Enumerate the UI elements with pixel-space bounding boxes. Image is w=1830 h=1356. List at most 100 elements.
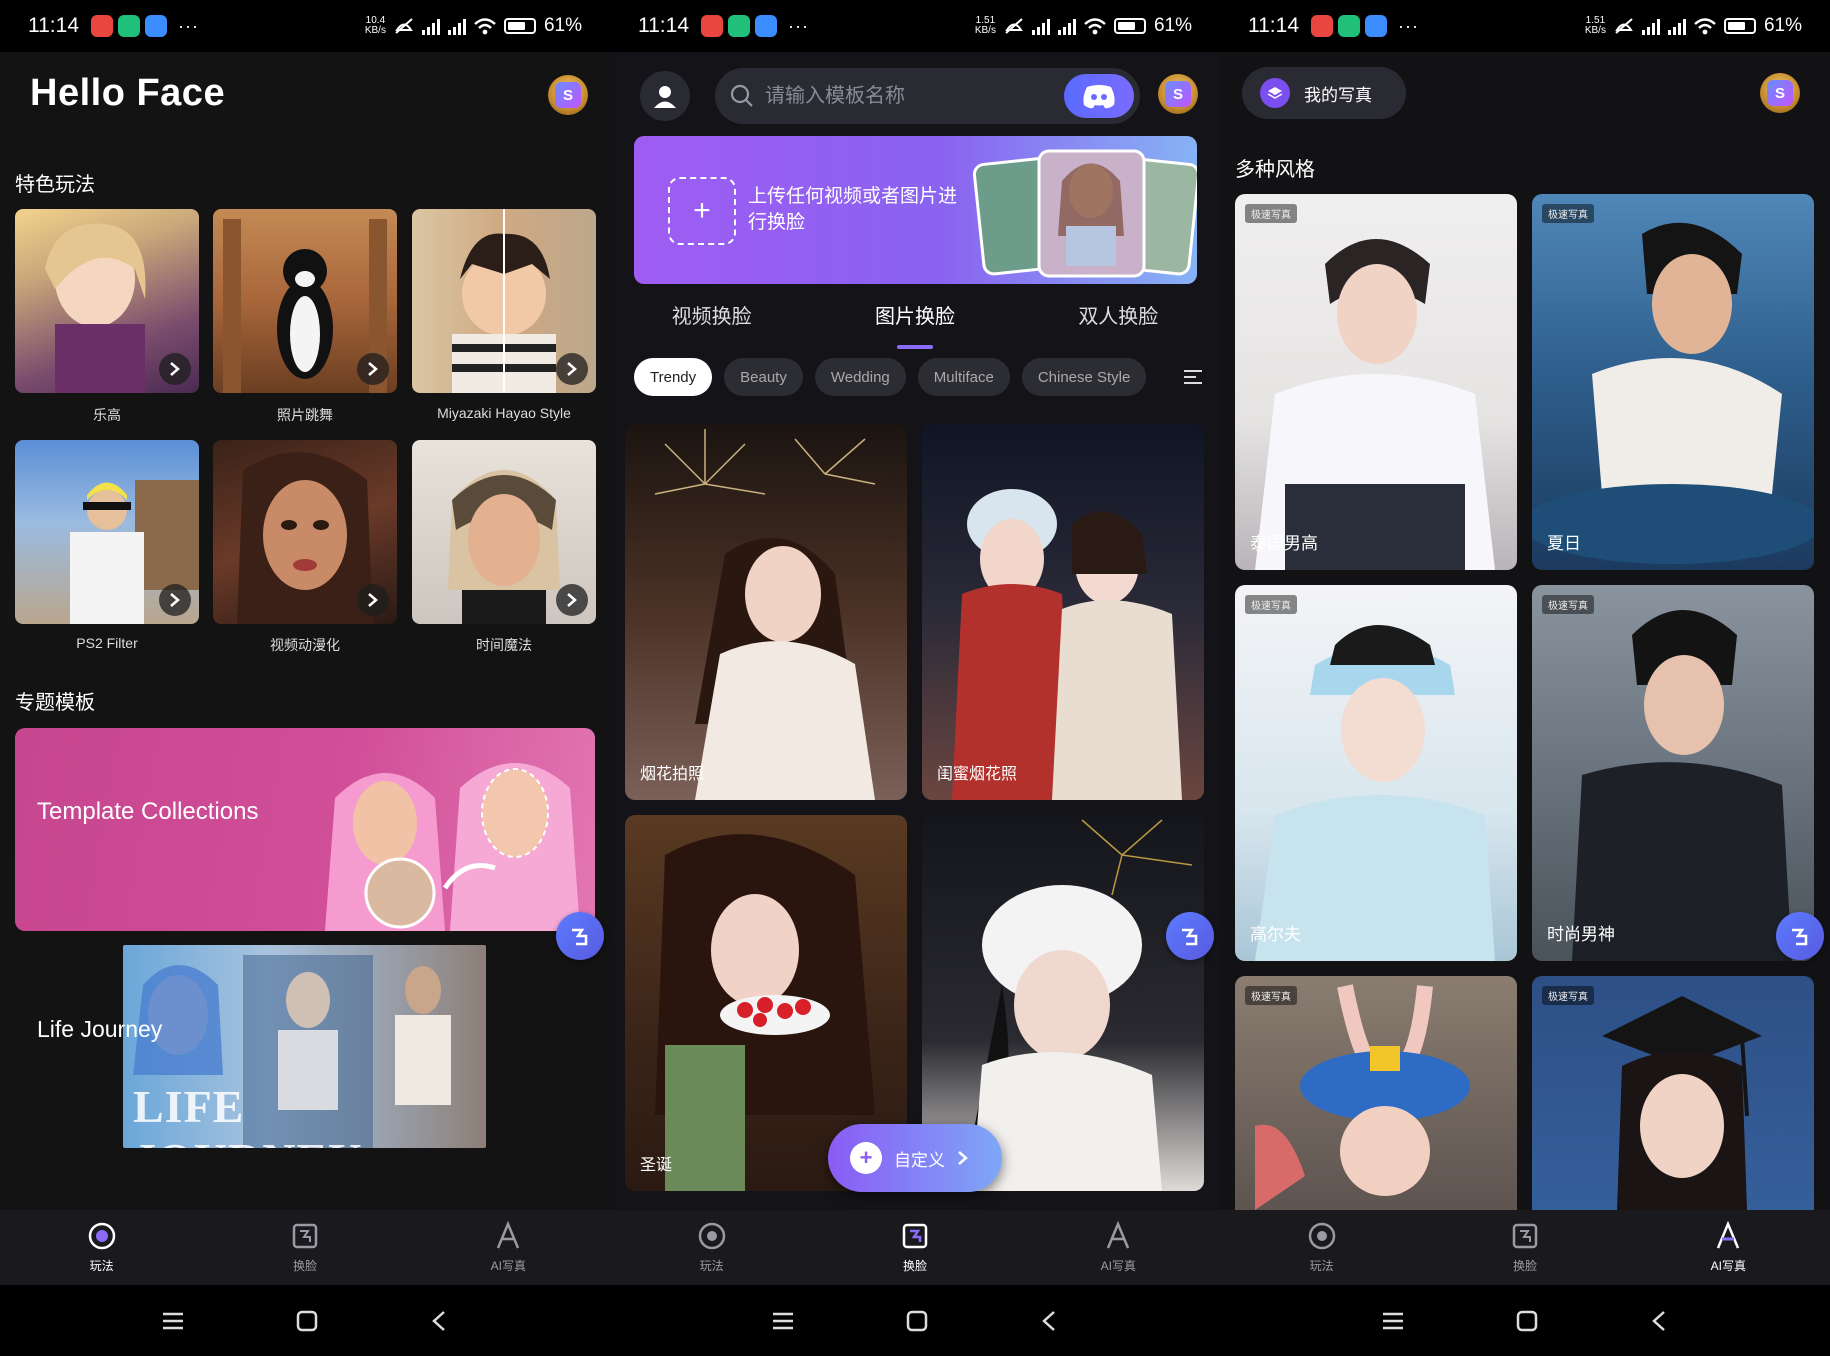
chevron-right-icon[interactable]: [357, 584, 389, 616]
home-icon[interactable]: [295, 1309, 319, 1333]
menu-icon[interactable]: [161, 1310, 185, 1332]
chip-wedding[interactable]: Wedding: [814, 358, 906, 396]
nav-faceswap[interactable]: 换脸: [1465, 1221, 1585, 1274]
panel-home: 11:14 ··· 10.4 KB/s 61% Hello Face S 特色玩法…: [0, 0, 610, 1356]
nav-ai-portrait[interactable]: AI写真: [448, 1221, 568, 1274]
notification-app-icon: [1338, 15, 1360, 37]
tab-video-swap[interactable]: 视频换脸: [672, 300, 752, 349]
template-card[interactable]: 烟花拍照: [625, 424, 907, 800]
nav-play[interactable]: 玩法: [42, 1221, 162, 1274]
chevron-right-icon[interactable]: [159, 353, 191, 385]
speed-tag: 极速写真: [1245, 595, 1297, 614]
style-label: 高尔夫: [1250, 925, 1301, 944]
clock: 11:14: [28, 14, 79, 37]
speed-tag: 极速写真: [1542, 986, 1594, 1005]
feature-tile-video-anime[interactable]: [213, 440, 397, 624]
tab-image-swap[interactable]: 图片换脸: [875, 300, 955, 349]
notification-app-icon: [118, 15, 140, 37]
bottom-navigation: 玩法 换脸 AI写真: [0, 1210, 610, 1285]
discord-button[interactable]: [1064, 74, 1134, 118]
banner-overlay-text: LIFE JOURNEY: [133, 1081, 361, 1148]
battery-icon: [503, 18, 536, 34]
nav-ai-portrait[interactable]: AI写真: [1058, 1221, 1178, 1274]
vip-badge-icon[interactable]: S: [1760, 73, 1800, 113]
faceswap-float-icon[interactable]: [1166, 912, 1214, 960]
notification-app-icon: [701, 15, 723, 37]
fireworks-photo: [654, 429, 876, 800]
speed-tag: 极速写真: [1245, 204, 1297, 223]
menu-icon[interactable]: [1381, 1310, 1405, 1332]
ai-portrait-tab-icon: [493, 1221, 523, 1251]
more-notifications-icon: ···: [1398, 15, 1419, 36]
style-card[interactable]: 极速写真 时尚男神: [1532, 585, 1814, 961]
nav-play[interactable]: 玩法: [1262, 1221, 1382, 1274]
search-input[interactable]: [763, 83, 1067, 109]
faceswap-float-icon[interactable]: [556, 912, 604, 960]
chip-beauty[interactable]: Beauty: [724, 358, 803, 396]
feature-tile-time-magic[interactable]: [412, 440, 596, 624]
tab-dual-swap[interactable]: 双人换脸: [1078, 300, 1158, 349]
menu-icon[interactable]: [771, 1310, 795, 1332]
category-menu-icon[interactable]: [1166, 358, 1220, 396]
vip-badge-icon[interactable]: S: [1158, 74, 1198, 114]
section-title-topics: 专题模板: [15, 692, 95, 714]
feature-tile-photo-dance[interactable]: [213, 209, 397, 393]
chevron-right-icon[interactable]: [556, 353, 588, 385]
upload-banner[interactable]: + 上传任何视频或者图片进行换脸: [634, 136, 1197, 284]
style-card[interactable]: 极速写真 泰国男高: [1235, 194, 1517, 570]
nav-faceswap[interactable]: 换脸: [245, 1221, 365, 1274]
notification-app-icon: [1365, 15, 1387, 37]
nav-faceswap[interactable]: 换脸: [855, 1221, 975, 1274]
feature-tile-lego[interactable]: [15, 209, 199, 393]
banner-illustration: [325, 763, 580, 931]
search-bar[interactable]: [715, 68, 1140, 124]
home-icon[interactable]: [1515, 1309, 1539, 1333]
chevron-right-icon[interactable]: [556, 584, 588, 616]
clock: 11:14: [638, 14, 689, 37]
chevron-right-icon[interactable]: [357, 353, 389, 385]
feature-label: 乐高: [93, 407, 121, 423]
network-speed: 10.4 KB/s: [364, 15, 386, 36]
style-card[interactable]: 极速写真: [1532, 976, 1814, 1210]
faceswap-float-icon[interactable]: [1776, 912, 1824, 960]
wifi-icon: [474, 18, 496, 35]
chevron-right-icon[interactable]: [159, 584, 191, 616]
my-photos-button[interactable]: 我的写真: [1242, 67, 1406, 119]
back-icon[interactable]: [1649, 1309, 1669, 1333]
home-icon[interactable]: [905, 1309, 929, 1333]
category-chips: Trendy Beauty Wedding Multiface Chinese …: [634, 358, 1147, 396]
template-collections-banner[interactable]: Template Collections: [15, 728, 595, 931]
nav-ai-portrait[interactable]: AI写真: [1668, 1221, 1788, 1274]
feature-tile-ps2[interactable]: [15, 440, 199, 624]
discord-icon: [1083, 85, 1115, 109]
style-label: 夏日: [1547, 534, 1581, 553]
back-icon[interactable]: [429, 1309, 449, 1333]
faceswap-tab-icon: [900, 1221, 930, 1251]
style-card[interactable]: 极速写真: [1235, 976, 1517, 1210]
app-logo: Hello Face: [30, 72, 226, 114]
chip-multiface[interactable]: Multiface: [917, 358, 1010, 396]
banner-photos: [972, 149, 1197, 278]
banner-title: Life Journey: [37, 1016, 163, 1042]
feature-tile-miyazaki[interactable]: [412, 209, 596, 393]
chip-trendy[interactable]: Trendy: [634, 358, 713, 396]
custom-button[interactable]: + 自定义: [828, 1124, 1002, 1192]
chip-chinese-style[interactable]: Chinese Style: [1021, 358, 1147, 396]
speed-tag: 极速写真: [1245, 986, 1297, 1005]
nav-play[interactable]: 玩法: [652, 1221, 772, 1274]
style-card[interactable]: 极速写真 夏日: [1532, 194, 1814, 570]
template-card[interactable]: 闺蜜烟花照: [922, 424, 1204, 800]
style-card[interactable]: 极速写真 高尔夫: [1235, 585, 1517, 961]
profile-button[interactable]: [640, 71, 690, 121]
ai-portrait-tab-icon: [1713, 1221, 1743, 1251]
feature-label: Miyazaki Hayao Style: [437, 405, 571, 421]
vip-badge-icon[interactable]: S: [548, 75, 588, 115]
life-journey-banner[interactable]: LIFE JOURNEY: [123, 945, 486, 1148]
mute-icon: [1005, 18, 1023, 34]
back-icon[interactable]: [1039, 1309, 1059, 1333]
ai-portrait-tab-icon: [1103, 1221, 1133, 1251]
panel-ai-portrait: 11:14 ··· 1.51 KB/s 61% 我的写真 S 多种风格 极速写真 …: [1220, 0, 1830, 1356]
speed-tag: 极速写真: [1542, 595, 1594, 614]
friends-photo: [952, 489, 1182, 800]
play-tab-icon: [87, 1221, 117, 1251]
